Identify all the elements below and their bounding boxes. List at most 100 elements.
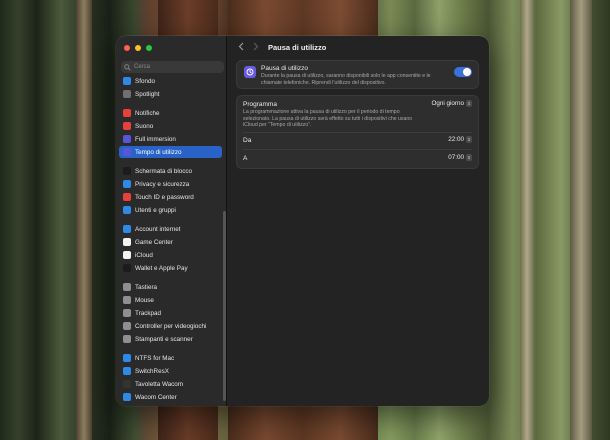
sidebar-item-label: Full immersion <box>135 135 176 143</box>
forward-button[interactable] <box>253 42 261 52</box>
sidebar-item-label: Sfondo <box>135 77 155 85</box>
privacy-icon <box>123 180 131 188</box>
sidebar-item[interactable]: Trackpad <box>119 307 222 319</box>
spotlight-icon <box>123 90 131 98</box>
notifications-icon <box>123 109 131 117</box>
icloud-icon <box>123 251 131 259</box>
sidebar-item[interactable]: Tastiera <box>119 281 222 293</box>
background-trunk <box>570 0 592 440</box>
downtime-card: Pausa di utilizzo Durante la pausa di ut… <box>236 60 479 89</box>
sidebar-item-label: Wacom Center <box>135 393 177 401</box>
wallet-icon <box>123 264 131 272</box>
sidebar-item[interactable]: SwitchResX <box>119 365 222 377</box>
close-button[interactable] <box>124 45 130 51</box>
users-icon <box>123 206 131 214</box>
sidebar-item[interactable]: Stampanti e scanner <box>119 333 222 345</box>
sidebar-item[interactable]: Wallet e Apple Pay <box>119 262 222 274</box>
sidebar-item[interactable]: Suono <box>119 120 222 132</box>
sidebar-item-label: iCloud <box>135 251 153 259</box>
sidebar-item[interactable]: Wacom Center <box>119 391 222 403</box>
printer-icon <box>123 335 131 343</box>
downtime-icon <box>244 66 256 78</box>
background-trunk <box>76 0 92 440</box>
back-button[interactable] <box>238 42 246 52</box>
sidebar-item-label: Stampanti e scanner <box>135 335 193 343</box>
to-label: A <box>243 155 248 162</box>
from-label: Da <box>243 137 252 144</box>
sidebar-item-label: Controller per videogiochi <box>135 322 207 330</box>
sidebar-item[interactable]: Schermata di blocco <box>119 165 222 177</box>
chevron-right-icon <box>253 42 259 51</box>
sidebar-item[interactable]: Tempo di utilizzo <box>119 146 222 158</box>
to-time-value: 07:00 <box>448 154 464 161</box>
schedule-popup[interactable]: Ogni giorno ⇕ <box>431 100 472 107</box>
wallpaper-icon <box>123 77 131 85</box>
sidebar-item-label: Privacy e sicurezza <box>135 180 190 188</box>
sidebar-item-label: Mouse <box>135 296 154 304</box>
minimize-button[interactable] <box>135 45 141 51</box>
toggle-knob <box>463 68 471 76</box>
sidebar-item[interactable]: Utenti e gruppi <box>119 204 222 216</box>
sidebar-item[interactable]: Touch ID e password <box>119 191 222 203</box>
system-settings-window: Cerca Sfondo Spotlight Notifiche Suono Full … <box>116 36 489 406</box>
sidebar-item-label: Schermata di blocco <box>135 167 193 175</box>
sidebar-item[interactable]: Game Center <box>119 236 222 248</box>
sidebar-item-label: Game Center <box>135 238 173 246</box>
internet-accounts-icon <box>123 225 131 233</box>
toolbar: Pausa di utilizzo <box>228 36 489 58</box>
downtime-toggle[interactable] <box>454 67 472 77</box>
sidebar-item-label: Tastiera <box>135 283 158 291</box>
lock-screen-icon <box>123 167 131 175</box>
sidebar-item-label: Notifiche <box>135 109 160 117</box>
zoom-button[interactable] <box>146 45 152 51</box>
search-input[interactable]: Cerca <box>121 61 224 73</box>
sidebar-item[interactable]: Mouse <box>119 294 222 306</box>
focus-icon <box>123 135 131 143</box>
window-controls <box>124 45 152 51</box>
content-pane: Pausa di utilizzo Pausa di utilizzo Dura… <box>228 36 489 406</box>
trackpad-icon <box>123 309 131 317</box>
from-time-field[interactable]: 22:00 ⇕ <box>448 136 472 143</box>
ntfs-icon <box>123 354 131 362</box>
sidebar-scrollbar[interactable] <box>223 211 226 401</box>
wacom-center-icon <box>123 393 131 401</box>
to-time-field[interactable]: 07:00 ⇕ <box>448 154 472 161</box>
schedule-card: Programma La programmazione attiva la pa… <box>236 95 479 169</box>
background-trunk <box>520 0 534 440</box>
touch-id-icon <box>123 193 131 201</box>
sidebar-item[interactable]: Full immersion <box>119 133 222 145</box>
sidebar-item-label: Account internet <box>135 225 181 233</box>
wacom-tablet-icon <box>123 380 131 388</box>
mouse-icon <box>123 296 131 304</box>
search-placeholder: Cerca <box>134 64 151 70</box>
sidebar-item[interactable]: iCloud <box>119 249 222 261</box>
sidebar-item[interactable]: Privacy e sicurezza <box>119 178 222 190</box>
sidebar-item-label: Suono <box>135 122 154 130</box>
sidebar-item[interactable]: Sfondo <box>119 75 222 87</box>
sidebar-item[interactable]: Controller per videogiochi <box>119 320 222 332</box>
game-center-icon <box>123 238 131 246</box>
sidebar-item-label: Trackpad <box>135 309 162 317</box>
switchresx-icon <box>123 367 131 375</box>
sidebar-item-label: Wallet e Apple Pay <box>135 264 188 272</box>
sidebar-item[interactable]: Tavoletta Wacom <box>119 378 222 390</box>
game-controller-icon <box>123 322 131 330</box>
sidebar-item[interactable]: Account internet <box>119 223 222 235</box>
stepper-icon[interactable]: ⇕ <box>466 154 472 161</box>
chevron-left-icon <box>238 42 244 51</box>
page-title: Pausa di utilizzo <box>268 43 327 52</box>
stepper-icon[interactable]: ⇕ <box>466 136 472 143</box>
sidebar-item-label: Tavoletta Wacom <box>135 380 184 388</box>
sidebar-item[interactable]: Spotlight <box>119 88 222 100</box>
divider <box>243 149 472 150</box>
sidebar-item-label: Touch ID e password <box>135 193 194 201</box>
sidebar: Cerca Sfondo Spotlight Notifiche Suono Full … <box>116 36 227 406</box>
sidebar-item[interactable]: Notifiche <box>119 107 222 119</box>
downtime-title: Pausa di utilizzo <box>261 65 308 72</box>
chevron-up-down-icon: ⇕ <box>466 100 472 107</box>
keyboard-icon <box>123 283 131 291</box>
sidebar-item-label: NTFS for Mac <box>135 354 175 362</box>
sidebar-item[interactable]: NTFS for Mac <box>119 352 222 364</box>
schedule-value: Ogni giorno <box>431 100 464 107</box>
sidebar-item-label: Utenti e gruppi <box>135 206 176 214</box>
